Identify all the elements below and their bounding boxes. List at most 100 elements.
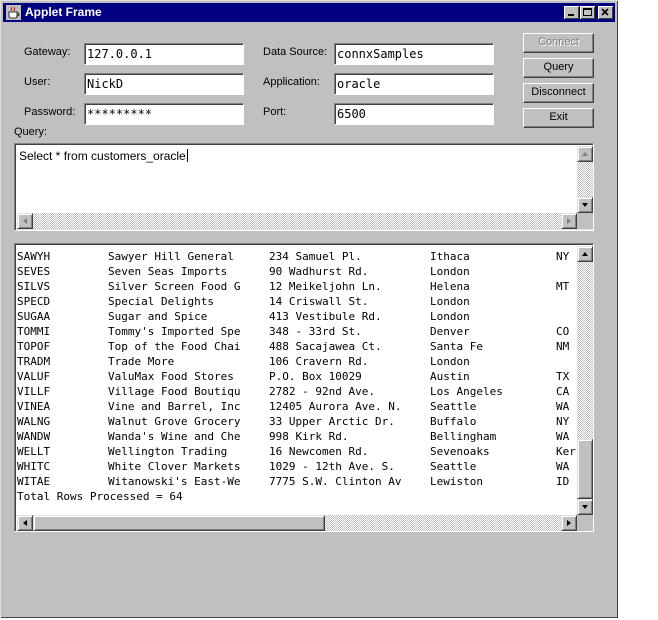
result-cell: Seattle: [430, 400, 477, 413]
query-scroll-right-button[interactable]: [561, 213, 577, 229]
query-textarea[interactable]: Select * from customers_oracle: [14, 143, 594, 231]
result-cell: SAWYH: [17, 250, 51, 263]
result-cell: VINEA: [17, 400, 51, 413]
query-hscroll-track[interactable]: [17, 213, 577, 229]
password-input[interactable]: [87, 106, 237, 122]
result-cell: Sugar and Spice: [108, 310, 208, 323]
arrow-right-icon: [567, 520, 571, 526]
results-scroll-left-button[interactable]: [17, 515, 33, 531]
results-vscroll-thumb[interactable]: [577, 439, 593, 499]
password-label: Password:: [24, 106, 76, 118]
user-field[interactable]: [84, 73, 244, 95]
text-caret: [186, 149, 188, 162]
result-cell: 12 Meikeljohn Ln.: [269, 280, 382, 293]
query-scroll-left-button[interactable]: [17, 213, 33, 229]
port-input[interactable]: [337, 106, 487, 122]
password-field[interactable]: [84, 103, 244, 125]
result-cell: TX: [556, 370, 570, 383]
result-row: TOMMI Tommy's Imported Spe 348 - 33rd St. D…: [17, 324, 577, 339]
result-cell: MT: [556, 280, 570, 293]
application-field[interactable]: [334, 73, 494, 95]
result-cell: SILVS: [17, 280, 51, 293]
query-scroll-corner: [577, 213, 593, 229]
port-field[interactable]: [334, 103, 494, 125]
result-row: VALUF ValuMax Food Stores P.O. Box 10029 Au…: [17, 369, 577, 384]
arrow-right-icon: [567, 218, 571, 224]
result-cell: Santa Fe: [430, 340, 483, 353]
result-cell: 14 Criswall St.: [269, 295, 369, 308]
result-cell: White Clover Markets: [108, 460, 241, 473]
title-bar[interactable]: Applet Frame: [3, 3, 615, 22]
port-label: Port:: [263, 106, 287, 118]
result-cell: Bellingham: [430, 430, 497, 443]
query-scroll-up-button[interactable]: [577, 146, 593, 162]
result-cell: 234 Samuel Pl.: [269, 250, 362, 263]
result-cell: Special Delights: [108, 295, 214, 308]
result-row: SILVS Silver Screen Food G 12 Meikeljohn L…: [17, 279, 577, 294]
result-cell: 998 Kirk Rd.: [269, 430, 349, 443]
result-cell: Witanowski's East-We: [108, 475, 241, 488]
result-cell: 33 Upper Arctic Dr.: [269, 415, 395, 428]
result-cell: Sevenoaks: [430, 445, 490, 458]
result-cell: 413 Vestibule Rd.: [269, 310, 382, 323]
window-title: Applet Frame: [25, 5, 102, 19]
results-scroll-right-button[interactable]: [561, 515, 577, 531]
result-cell: WA: [556, 400, 570, 413]
result-cell: Sawyer Hill General: [108, 250, 234, 263]
result-cell: VALUF: [17, 370, 51, 383]
application-input[interactable]: [337, 76, 487, 92]
result-cell: ValuMax Food Stores: [108, 370, 234, 383]
arrow-left-icon: [23, 218, 27, 224]
gateway-label: Gateway:: [24, 46, 71, 58]
minimize-button[interactable]: [564, 6, 579, 19]
result-cell: NM: [556, 340, 570, 353]
result-cell: 16 Newcomen Rd.: [269, 445, 369, 458]
results-content: SAWYH Sawyer Hill General 234 Samuel Pl. It…: [17, 246, 577, 517]
connect-button[interactable]: Connect: [523, 33, 594, 53]
result-cell: P.O. Box 10029: [269, 370, 362, 383]
arrow-down-icon: [582, 203, 588, 207]
result-cell: Buffalo: [430, 415, 477, 428]
close-button[interactable]: [598, 6, 613, 19]
results-hscroll-thumb[interactable]: [33, 515, 325, 531]
result-cell: Helena: [430, 280, 470, 293]
query-text: Select * from customers_oracle: [19, 149, 188, 163]
result-cell: Top of the Food Chai: [108, 340, 241, 353]
result-cell: WHITC: [17, 460, 51, 473]
query-text-content: Select * from customers_oracle: [19, 149, 186, 163]
data-source-input[interactable]: [337, 46, 487, 62]
result-cell: TOPOF: [17, 340, 51, 353]
data-source-field[interactable]: [334, 43, 494, 65]
result-cell: Los Angeles: [430, 385, 503, 398]
disconnect-button[interactable]: Disconnect: [523, 83, 594, 103]
query-label: Query:: [14, 126, 48, 138]
user-input[interactable]: [87, 76, 237, 92]
result-cell: Seven Seas Imports: [108, 265, 228, 278]
result-cell: WA: [556, 460, 570, 473]
result-row: TOPOF Top of the Food Chai 488 Sacajawea C…: [17, 339, 577, 354]
result-row: WHITC White Clover Markets 1029 - 12th Ave…: [17, 459, 577, 474]
query-scroll-down-button[interactable]: [577, 197, 593, 213]
result-cell: CA: [556, 385, 570, 398]
maximize-icon: [583, 8, 592, 16]
close-icon: [601, 8, 609, 16]
result-cell: TRADM: [17, 355, 51, 368]
results-textarea[interactable]: SAWYH Sawyer Hill General 234 Samuel Pl. It…: [14, 243, 594, 532]
gateway-input[interactable]: [87, 46, 237, 62]
result-cell: VILLF: [17, 385, 51, 398]
exit-button[interactable]: Exit: [523, 108, 594, 128]
query-button[interactable]: Query: [523, 58, 594, 78]
result-cell: London: [430, 265, 470, 278]
result-row: WALNG Walnut Grove Grocery 33 Upper Arctic…: [17, 414, 577, 429]
result-row: SEVES Seven Seas Imports 90 Wadhurst Rd. Lo…: [17, 264, 577, 279]
gateway-field[interactable]: [84, 43, 244, 65]
results-scroll-up-button[interactable]: [577, 246, 593, 262]
result-cell: 488 Sacajawea Ct.: [269, 340, 382, 353]
maximize-button[interactable]: [580, 6, 595, 19]
results-scroll-corner: [577, 515, 593, 531]
result-cell: TOMMI: [17, 325, 51, 338]
result-cell: Austin: [430, 370, 470, 383]
minimize-icon: [568, 14, 574, 16]
result-cell: SEVES: [17, 265, 51, 278]
results-scroll-down-button[interactable]: [577, 499, 593, 515]
